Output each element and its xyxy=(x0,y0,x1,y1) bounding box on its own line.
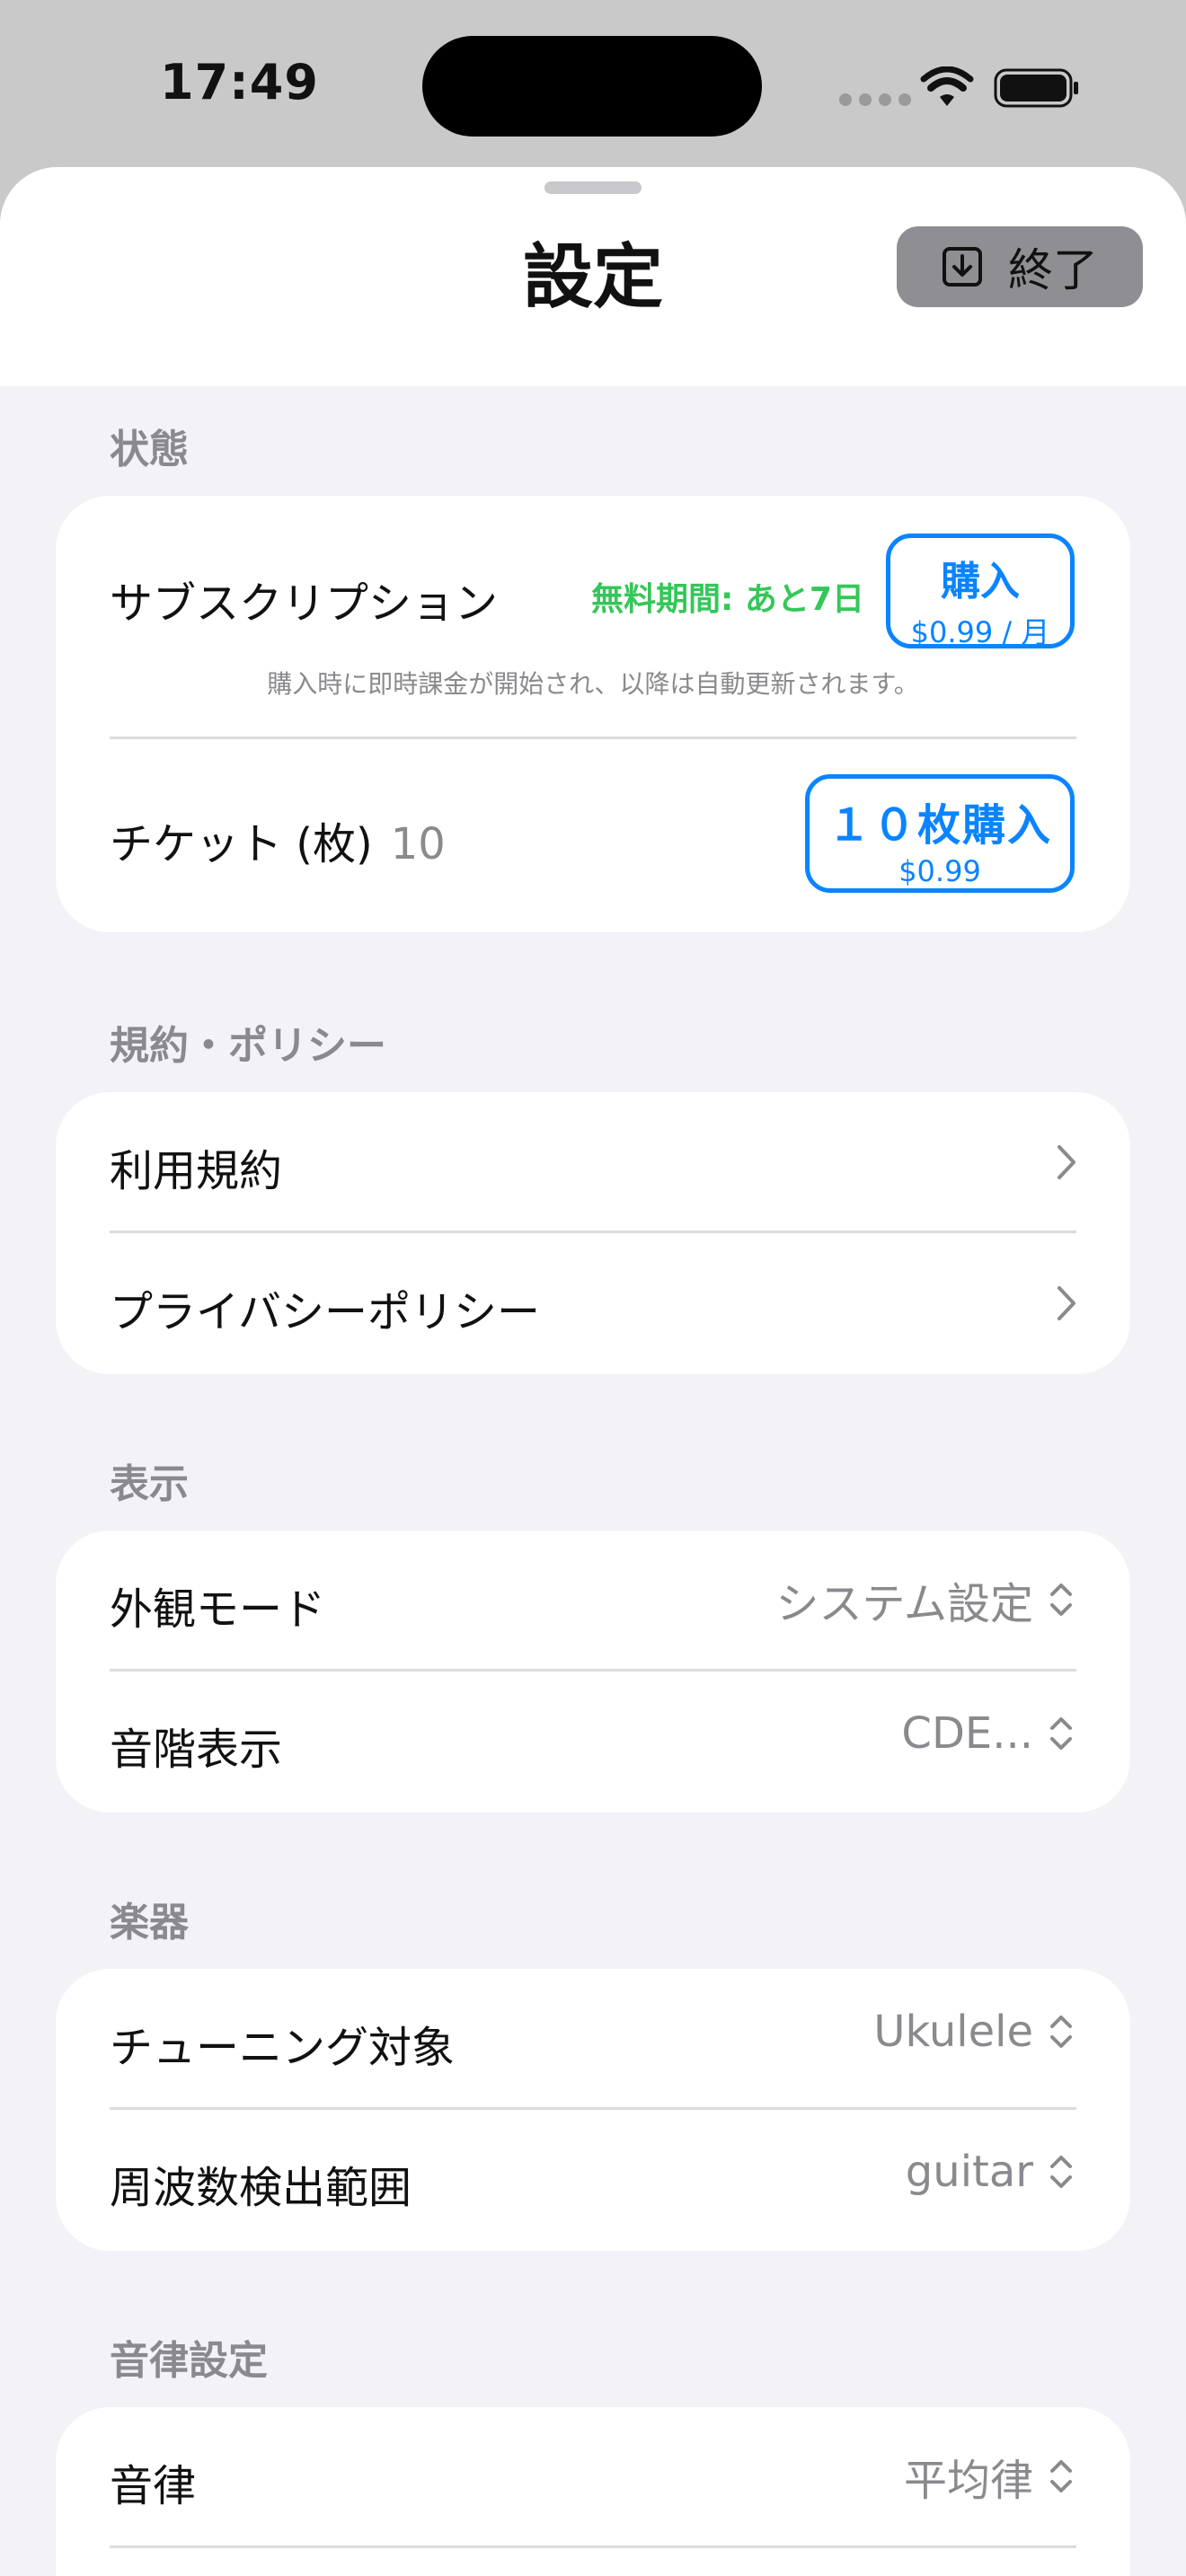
scale-display-picker[interactable]: CDE... xyxy=(901,1708,1076,1759)
chevron-up-down-icon xyxy=(1050,2016,1072,2048)
divider xyxy=(110,1669,1076,1672)
tickets-row: チケット (枚) 10 xyxy=(110,808,446,871)
temperament-picker[interactable]: 平均律 xyxy=(904,2445,1076,2508)
appearance-mode-value: システム設定 xyxy=(775,1579,1033,1629)
subscription-note: 購入時に即時課金が開始され、以降は自動更新されます。 xyxy=(267,669,919,699)
tickets-buy-label: １０枚購入 xyxy=(827,800,1052,851)
sheet-header: 設定 終了 xyxy=(0,167,1186,386)
frequency-range-picker[interactable]: guitar xyxy=(906,2147,1076,2197)
wifi-icon xyxy=(920,66,974,106)
subscription-label: サブスクリプション xyxy=(110,578,499,629)
instrument-card: チューニング対象 Ukulele 周波数検出範囲 guitar xyxy=(56,1969,1130,2251)
subscription-buy-button[interactable]: 購入 $0.99 / 月 xyxy=(886,534,1075,649)
done-button-label: 終了 xyxy=(1008,244,1098,296)
chevron-up-down-icon xyxy=(1050,2156,1072,2188)
terms-row[interactable]: 利用規約 xyxy=(56,1092,1130,1232)
done-button[interactable]: 終了 xyxy=(897,226,1143,307)
tickets-price: $0.99 xyxy=(898,854,981,888)
chevron-up-down-icon xyxy=(1050,2460,1072,2492)
frequency-range-value: guitar xyxy=(905,2147,1033,2197)
appearance-mode-label: 外観モード xyxy=(110,1584,326,1635)
cellular-signal-icon xyxy=(839,93,911,106)
section-header-status: 状態 xyxy=(110,427,189,472)
chevron-right-icon xyxy=(1058,1145,1075,1179)
temperament-card: 音律 平均律 xyxy=(56,2407,1130,2576)
temperament-value: 平均律 xyxy=(903,2456,1033,2506)
chevron-up-down-icon xyxy=(1050,1584,1072,1616)
display-card: 外観モード システム設定 音階表示 CDE... xyxy=(56,1531,1130,1813)
section-header-display: 表示 xyxy=(110,1461,189,1507)
tickets-label: チケット (枚) xyxy=(110,819,373,869)
appearance-mode-picker[interactable]: システム設定 xyxy=(775,1568,1076,1631)
scale-display-value: CDE... xyxy=(901,1708,1033,1759)
tuning-target-picker[interactable]: Ukulele xyxy=(873,2007,1076,2057)
tickets-count: 10 xyxy=(390,819,446,869)
status-time: 17:49 xyxy=(160,54,319,110)
tuning-target-value: Ukulele xyxy=(873,2007,1033,2057)
scale-display-label: 音階表示 xyxy=(110,1725,283,1775)
tuning-target-label: チューニング対象 xyxy=(110,2023,456,2073)
section-header-temperament: 音律設定 xyxy=(110,2338,268,2384)
download-box-icon xyxy=(943,247,982,287)
divider xyxy=(110,2545,1076,2548)
battery-icon xyxy=(994,68,1078,108)
trial-status-text: 無料期間: あと7日 xyxy=(591,581,864,618)
policy-card: 利用規約 プライバシーポリシー xyxy=(56,1092,1130,1374)
status-card: サブスクリプション 無料期間: あと7日 購入 $0.99 / 月 購入時に即時… xyxy=(56,496,1130,932)
privacy-policy-label: プライバシーポリシー xyxy=(110,1287,541,1337)
status-bar: 17:49 xyxy=(0,0,1186,171)
subscription-buy-label: 購入 xyxy=(941,559,1020,604)
divider xyxy=(110,737,1076,739)
chevron-up-down-icon xyxy=(1050,1717,1072,1750)
settings-sheet: 設定 終了 状態 サブスクリプション 無料期間: あと7日 購入 $0.99 /… xyxy=(0,167,1186,2576)
temperament-label: 音律 xyxy=(110,2461,197,2511)
chevron-right-icon xyxy=(1058,1286,1075,1320)
privacy-policy-row[interactable]: プライバシーポリシー xyxy=(56,1233,1130,1374)
section-header-instrument: 楽器 xyxy=(110,1900,189,1945)
section-header-policy: 規約・ポリシー xyxy=(110,1023,386,1069)
divider xyxy=(110,2107,1076,2110)
terms-label: 利用規約 xyxy=(110,1146,283,1196)
dynamic-island xyxy=(422,36,762,137)
frequency-range-label: 周波数検出範囲 xyxy=(110,2163,412,2213)
subscription-price: $0.99 / 月 xyxy=(910,615,1050,649)
tickets-buy-button[interactable]: １０枚購入 $0.99 xyxy=(805,774,1075,893)
sheet-grabber[interactable] xyxy=(544,181,642,194)
